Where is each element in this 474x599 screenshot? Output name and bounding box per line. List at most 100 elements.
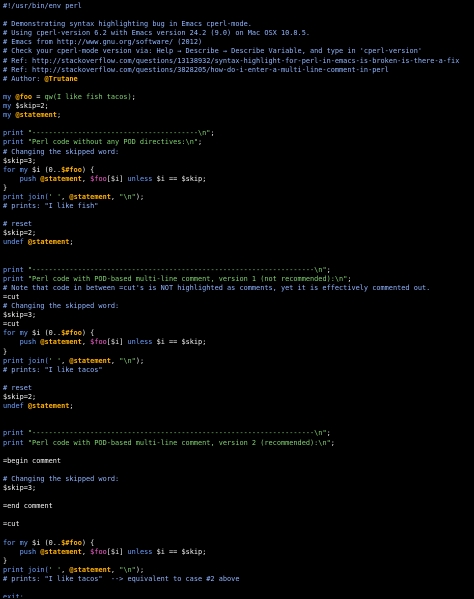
code-line[interactable]: print "Perl code with POD-based multi-li… xyxy=(3,439,473,448)
code-line[interactable]: # Author: @Trutane xyxy=(3,75,473,84)
code-line[interactable]: print "---------------------------------… xyxy=(3,129,473,138)
code-line[interactable]: =end comment xyxy=(3,502,473,511)
code-line[interactable] xyxy=(3,511,473,520)
code-line[interactable]: undef @statement; xyxy=(3,238,473,247)
code-line[interactable] xyxy=(3,466,473,475)
code-line[interactable]: $skip=3; xyxy=(3,157,473,166)
code-token: ; xyxy=(210,129,215,138)
code-line[interactable]: exit; xyxy=(3,593,473,598)
code-token: ); xyxy=(135,192,145,201)
code-line[interactable] xyxy=(3,11,473,20)
code-token: @statement xyxy=(69,565,111,574)
code-token: push xyxy=(3,547,41,556)
code-line[interactable]: } xyxy=(3,557,473,566)
code-line[interactable]: push @statement, $foo[$i] unless $i == $… xyxy=(3,338,473,347)
code-token: for my xyxy=(3,329,33,338)
code-line[interactable]: print join(' ', @statement, "\n"); xyxy=(3,357,473,366)
code-line[interactable]: print "Perl code without any POD directi… xyxy=(3,138,473,147)
code-line[interactable]: $skip=2; xyxy=(3,229,473,238)
code-editor[interactable]: #!/usr/bin/env perl # Demonstrating synta… xyxy=(3,2,473,598)
code-line[interactable] xyxy=(3,211,473,220)
code-line[interactable]: for my $i (0..$#foo) { xyxy=(3,166,473,175)
code-line[interactable] xyxy=(3,420,473,429)
code-line[interactable]: my @statement; xyxy=(3,111,473,120)
code-line[interactable] xyxy=(3,411,473,420)
code-token: push xyxy=(3,338,41,347)
code-line[interactable]: # reset xyxy=(3,384,473,393)
code-token: } xyxy=(3,347,8,356)
code-token: =begin comment xyxy=(3,456,62,465)
code-token: "Perl code with POD-based multi-line com… xyxy=(27,274,348,283)
code-line[interactable]: print "---------------------------------… xyxy=(3,266,473,275)
code-line[interactable]: print join(' ', @statement, "\n"); xyxy=(3,193,473,202)
code-line[interactable] xyxy=(3,448,473,457)
code-line[interactable]: # Using cperl-version 6.2 with Emacs ver… xyxy=(3,29,473,38)
code-line[interactable]: # Changing the skipped word: xyxy=(3,302,473,311)
code-token: # Author: xyxy=(3,74,45,83)
code-line[interactable] xyxy=(3,584,473,593)
code-line[interactable]: } xyxy=(3,184,473,193)
code-token: (0.. xyxy=(40,329,62,338)
code-line[interactable]: } xyxy=(3,348,473,357)
code-line[interactable]: # Ref: http://stackoverflow.com/question… xyxy=(3,66,473,75)
code-line[interactable] xyxy=(3,84,473,93)
code-token: , xyxy=(110,565,120,574)
code-token: unless xyxy=(127,547,157,556)
code-line[interactable]: =cut xyxy=(3,320,473,329)
code-token: "Perl code without any POD directives:\n… xyxy=(27,138,198,147)
code-line[interactable] xyxy=(3,375,473,384)
code-line[interactable]: $skip=3; xyxy=(3,484,473,493)
code-token: $foo xyxy=(90,338,107,347)
code-line[interactable]: push @statement, $foo[$i] unless $i == $… xyxy=(3,175,473,184)
code-line[interactable]: push @statement, $foo[$i] unless $i == $… xyxy=(3,548,473,557)
code-line[interactable]: # Changing the skipped word: xyxy=(3,148,473,157)
code-token: ; xyxy=(326,265,331,274)
code-token: ' ' xyxy=(48,356,62,365)
code-line[interactable]: # reset xyxy=(3,220,473,229)
code-line[interactable]: #!/usr/bin/env perl xyxy=(3,2,473,11)
code-line[interactable] xyxy=(3,529,473,538)
code-token: @statement xyxy=(69,356,111,365)
code-token: ) { xyxy=(81,329,95,338)
code-line[interactable]: # prints: "I like tacos" xyxy=(3,366,473,375)
code-line[interactable]: =begin comment xyxy=(3,457,473,466)
code-line[interactable] xyxy=(3,120,473,129)
code-line[interactable] xyxy=(3,257,473,266)
code-line[interactable]: my @foo = qw(I like fish tacos); xyxy=(3,93,473,102)
code-line[interactable]: print join(' ', @statement, "\n"); xyxy=(3,566,473,575)
code-token: # Ref: http://stackoverflow.com/question… xyxy=(3,56,460,65)
code-line[interactable]: $skip=2; xyxy=(3,393,473,402)
code-token: ; xyxy=(131,92,136,101)
code-token: $foo xyxy=(90,174,107,183)
code-line[interactable]: # Note that code in between =cut's is NO… xyxy=(3,284,473,293)
code-line[interactable]: # Changing the skipped word: xyxy=(3,475,473,484)
code-token: @statement xyxy=(40,174,82,183)
code-line[interactable]: # Ref: http://stackoverflow.com/question… xyxy=(3,57,473,66)
code-line[interactable]: my $skip=2; xyxy=(3,102,473,111)
code-line[interactable]: print "---------------------------------… xyxy=(3,429,473,438)
code-line[interactable]: =cut xyxy=(3,293,473,302)
code-token: print xyxy=(3,429,28,438)
code-line[interactable]: # Demonstrating syntax highlighting bug … xyxy=(3,20,473,29)
code-token: ; xyxy=(56,111,62,120)
code-line[interactable]: # prints: "I like fish" xyxy=(3,202,473,211)
code-line[interactable]: # Emacs from http://www.gnu.org/software… xyxy=(3,38,473,47)
code-line[interactable]: # Check your cperl-mode version via: Hel… xyxy=(3,47,473,56)
code-token: , xyxy=(110,356,120,365)
code-token: # prints: "I like fish" xyxy=(3,202,99,211)
code-line[interactable]: =cut xyxy=(3,520,473,529)
code-token: ) { xyxy=(81,165,95,174)
code-line[interactable]: for my $i (0..$#foo) { xyxy=(3,329,473,338)
code-token: ; xyxy=(198,138,203,147)
code-line[interactable]: # prints: "I like tacos" --> equivalent … xyxy=(3,575,473,584)
code-token: ); xyxy=(135,565,145,574)
code-line[interactable] xyxy=(3,248,473,257)
code-token: @Trutane xyxy=(44,74,78,83)
code-line[interactable]: for my $i (0..$#foo) { xyxy=(3,539,473,548)
code-line[interactable] xyxy=(3,493,473,502)
code-token: unless xyxy=(127,174,157,183)
code-line[interactable]: print "Perl code with POD-based multi-li… xyxy=(3,275,473,284)
code-token: # prints: "I like tacos" xyxy=(3,365,103,374)
code-line[interactable]: $skip=3; xyxy=(3,311,473,320)
code-line[interactable]: undef @statement; xyxy=(3,402,473,411)
